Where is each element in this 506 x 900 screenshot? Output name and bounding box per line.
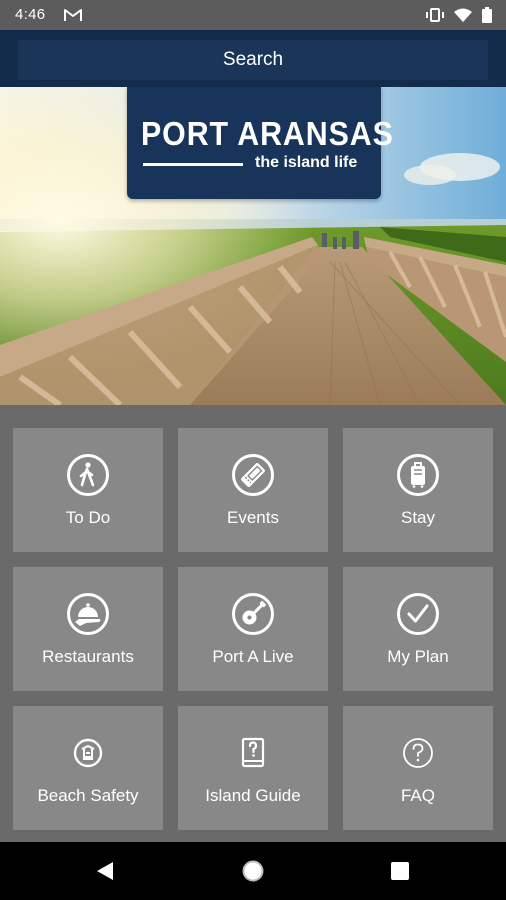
status-icons <box>426 7 492 23</box>
vibrate-icon <box>426 8 444 22</box>
back-icon[interactable] <box>93 859 117 883</box>
tile-port-a-live[interactable]: Port A Live <box>178 567 328 691</box>
search-field[interactable]: Search <box>18 40 488 80</box>
gmail-icon <box>64 9 82 21</box>
tile-restaurants[interactable]: Restaurants <box>13 567 163 691</box>
guide-book-icon <box>241 737 265 768</box>
logo-divider <box>143 163 243 166</box>
checkmark-icon <box>397 593 439 635</box>
search-bar: Search <box>0 30 506 87</box>
wifi-icon <box>454 8 472 22</box>
tile-label-island-guide: Island Guide <box>205 786 301 805</box>
tile-my-plan[interactable]: My Plan <box>343 567 493 691</box>
tile-label-restaurants: Restaurants <box>42 647 134 666</box>
guitar-icon <box>232 593 274 635</box>
tile-label-events: Events <box>227 508 279 527</box>
recents-icon[interactable] <box>388 859 412 883</box>
tile-label-to-do: To Do <box>65 508 111 527</box>
logo-subtitle: the island life <box>255 154 358 171</box>
tile-beach-safety[interactable]: Beach Safety <box>13 706 163 830</box>
tile-label-faq: FAQ <box>400 786 435 805</box>
tile-events[interactable]: Events <box>178 428 328 552</box>
home-icon[interactable] <box>241 859 265 883</box>
battery-icon <box>482 7 492 23</box>
tile-faq[interactable]: FAQ <box>343 706 493 830</box>
tile-label-my-plan: My Plan <box>387 647 449 666</box>
hero-banner: PORT ARANSAS the island life <box>0 87 506 405</box>
luggage-icon <box>397 454 439 496</box>
walking-person-icon <box>67 454 109 496</box>
status-time: 4:46 <box>15 6 46 23</box>
tile-label-port-a-live: Port A Live <box>212 647 294 666</box>
logo-title: PORT ARANSAS <box>141 115 394 152</box>
tile-island-guide[interactable]: Island Guide <box>178 706 328 830</box>
menu-grid: To Do Events Stay Restaurants Port A Liv… <box>0 405 506 842</box>
port-aransas-logo: PORT ARANSAS the island life <box>127 87 393 199</box>
status-bar: 4:46 <box>0 0 506 30</box>
ticket-icon <box>232 454 274 496</box>
beach-safety-icon <box>73 738 103 768</box>
food-cloche-icon <box>67 593 109 635</box>
navigation-bar <box>0 842 506 900</box>
tile-stay[interactable]: Stay <box>343 428 493 552</box>
tile-to-do[interactable]: To Do <box>13 428 163 552</box>
tile-label-stay: Stay <box>400 508 436 527</box>
tile-label-beach-safety: Beach Safety <box>37 786 139 805</box>
question-icon <box>403 738 433 768</box>
